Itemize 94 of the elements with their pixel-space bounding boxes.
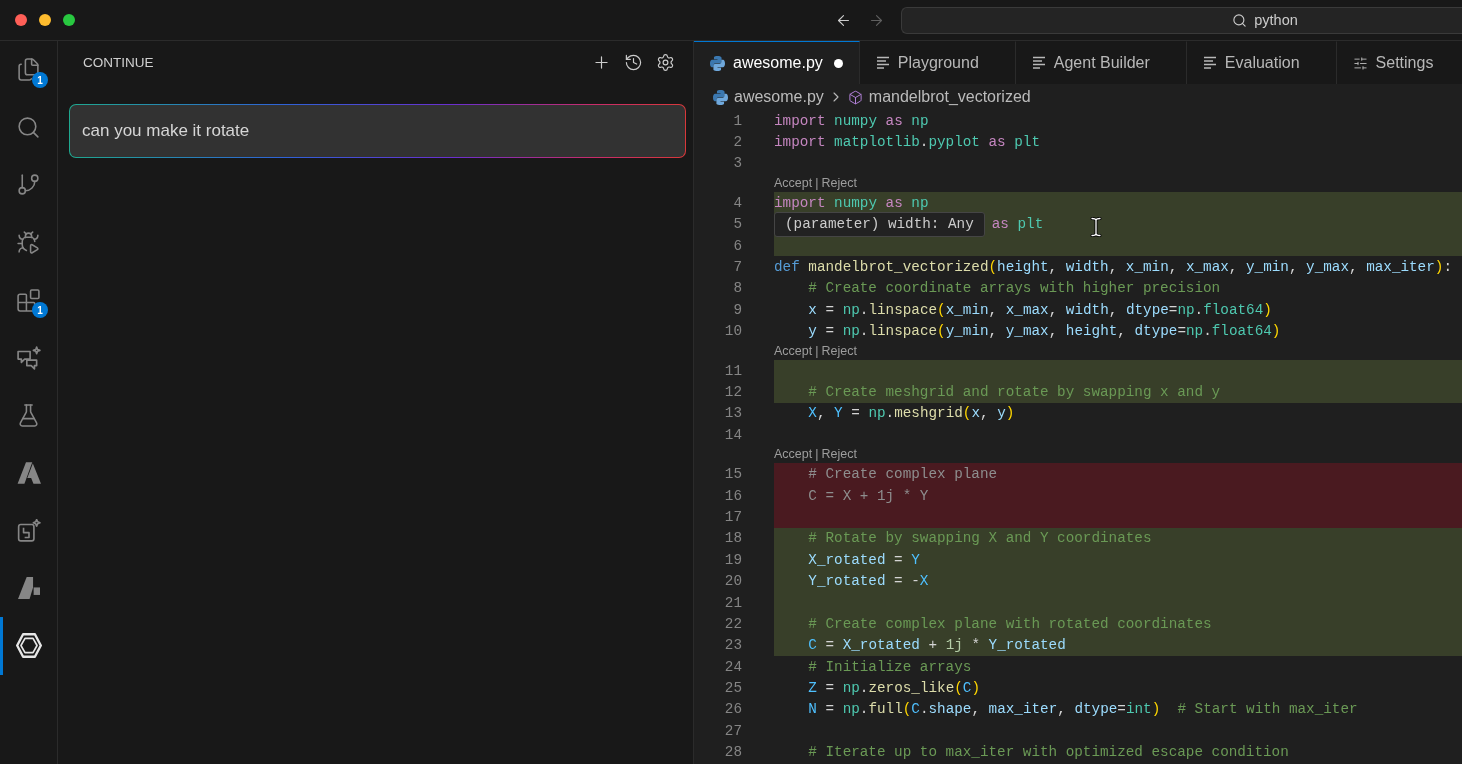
reject-link[interactable]: Reject [821, 447, 857, 462]
code-line: # Create complex plane with rotated coordinates [808, 615, 1212, 632]
codelens-separator: | [815, 176, 819, 191]
flask-icon [16, 402, 41, 428]
line-number: 20 [724, 573, 742, 590]
code-line: # Initialize arrays [808, 658, 972, 675]
editor-tab[interactable]: awesome.py [694, 41, 860, 84]
line-number: 18 [724, 530, 742, 547]
bug-play-icon [16, 230, 41, 256]
line-number: 19 [724, 551, 742, 568]
hexagon-icon [15, 633, 42, 659]
reject-link[interactable]: Reject [821, 343, 857, 358]
line-number: 15 [724, 466, 742, 483]
code-line: X, Y = np.meshgrid(x, y) [808, 405, 1015, 422]
line-number: 13 [724, 405, 742, 422]
line-number: 17 [724, 508, 742, 525]
lines-icon [875, 56, 890, 70]
search-icon [16, 114, 41, 140]
reject-link[interactable]: Reject [821, 176, 857, 191]
code-line: x = np.linspace(x_min, x_max, width, dtype=np.float64) [808, 301, 1272, 318]
line-number: 28 [724, 744, 742, 761]
line-number: 21 [724, 594, 742, 611]
line-number: 12 [724, 384, 742, 400]
line-number: 1 [733, 112, 742, 129]
code-line: N = np.full(C.shape, max_iter, dtype=int) # Start with max_iter [808, 701, 1358, 718]
code-line: # Create meshgrid and rotate by swapping x and y [808, 384, 1221, 400]
files-icon [16, 57, 41, 83]
code-line: Y_rotated = -X [808, 573, 929, 590]
codelens-separator: | [815, 447, 819, 462]
code-line: y = np.linspace(y_min, y_max, height, dtype=np.float64) [808, 323, 1281, 340]
text-cursor-icon [1090, 217, 1102, 237]
code-line: # Rotate by swapping X and Y coordinates [808, 530, 1152, 547]
sidebar-title: CONTINUE [83, 55, 154, 70]
line-number: 14 [724, 426, 742, 443]
line-number: 27 [724, 722, 742, 739]
notification-badge: 1 [32, 302, 48, 319]
breadcrumb-item[interactable]: awesome.py [713, 88, 824, 106]
lines-icon [1202, 56, 1217, 70]
close-window-button[interactable] [15, 14, 27, 26]
sliders-icon [1352, 55, 1368, 71]
branch-icon [16, 172, 41, 198]
code-line: as plt [991, 216, 1044, 233]
code-line: C = X + 1j * Y [808, 487, 929, 504]
line-number: 16 [724, 487, 742, 504]
blocks-icon [16, 287, 41, 313]
line-number: 9 [733, 301, 742, 318]
minimize-window-button[interactable] [39, 14, 51, 26]
notification-badge: 1 [32, 72, 48, 88]
codelens-separator: | [815, 343, 819, 358]
line-number: 2 [733, 134, 742, 151]
code-line: import matplotlib.pyplot as plt [774, 134, 1040, 151]
line-number: 4 [733, 194, 742, 211]
chat-sparkle-icon [16, 345, 41, 370]
slanted-logo-icon [17, 577, 40, 600]
line-number: 6 [733, 237, 742, 254]
hover-tooltip: (parameter) width: Any [774, 211, 985, 237]
line-number: 3 [733, 155, 742, 172]
code-line: def mandelbrot_vectorized(height, width, x_min, x_max, y_min, y_max, max_iter): [774, 259, 1452, 276]
cube-icon [847, 89, 863, 105]
code-line: X_rotated = Y [808, 551, 920, 568]
lines-icon [1031, 56, 1046, 70]
accept-link[interactable]: Accept [774, 176, 813, 191]
explorer-button[interactable]: 1 [0, 41, 57, 99]
accept-link[interactable]: Accept [774, 343, 813, 358]
line-number: 23 [724, 637, 742, 654]
line-number: 26 [724, 701, 742, 718]
code-line: C = X_rotated + 1j * Y_rotated [808, 637, 1066, 654]
line-number: 11 [724, 362, 742, 379]
line-number: 24 [724, 658, 742, 675]
code-line: # Iterate up to max_iter with optimized escape condition [808, 744, 1289, 761]
settings-icon [655, 53, 675, 72]
accept-link[interactable]: Accept [774, 447, 813, 462]
code-line: import numpy as np [774, 112, 929, 129]
code-line: # Create coordinate arrays with higher precision [808, 280, 1221, 297]
line-number: 10 [724, 323, 742, 340]
python-logo-icon [713, 89, 728, 105]
code-line: # Create complex plane [808, 466, 998, 483]
line-number: 8 [733, 280, 742, 297]
command-center[interactable]: python [901, 6, 1462, 34]
extensions-button[interactable]: 1 [0, 271, 57, 329]
line-number: 22 [724, 615, 742, 632]
maximize-window-button[interactable] [63, 14, 75, 26]
history-icon [623, 53, 643, 72]
line-number: 25 [724, 680, 742, 697]
search-icon [1232, 12, 1248, 28]
line-number: 5 [733, 216, 742, 233]
a-logo-icon [16, 461, 41, 484]
breadcrumb-item[interactable]: mandelbrot_vectorized [847, 88, 1031, 106]
sparkle-box-icon [16, 518, 41, 543]
code-line: Z = np.zeros_like(C) [808, 680, 980, 697]
code-line: import numpy as np [774, 194, 929, 211]
line-number: 7 [733, 259, 742, 276]
python-logo-icon [710, 55, 725, 71]
chat-input[interactable]: can you make it rotate [69, 104, 686, 158]
